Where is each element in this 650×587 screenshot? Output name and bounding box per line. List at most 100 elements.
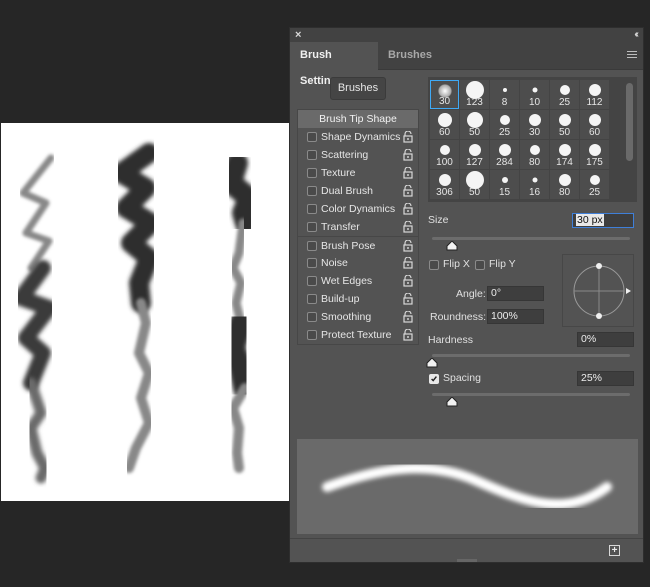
spacing-slider[interactable] xyxy=(432,393,630,396)
lock-open-icon[interactable] xyxy=(403,240,413,252)
roundness-handle-top xyxy=(596,263,602,269)
brush-preset-size: 123 xyxy=(466,97,483,108)
stroke-left-mid xyxy=(25,377,51,484)
brush-preset[interactable]: 175 xyxy=(580,140,609,169)
option-build-up[interactable]: Build-up xyxy=(298,290,418,308)
hardness-slider-thumb[interactable] xyxy=(426,358,438,368)
option-brush-tip-shape[interactable]: Brush Tip Shape xyxy=(298,110,418,128)
brush-preset[interactable]: 123 xyxy=(460,80,489,109)
option-protect-texture[interactable]: Protect Texture xyxy=(298,326,418,344)
brush-preset[interactable]: 30 xyxy=(430,80,459,109)
brush-preset[interactable]: 15 xyxy=(490,170,519,199)
tab-brush-settings[interactable]: Brush Settings xyxy=(290,42,378,87)
brushes-button[interactable]: Brushes xyxy=(330,77,386,100)
brush-preset[interactable]: 25 xyxy=(490,110,519,139)
brush-preset[interactable]: 127 xyxy=(460,140,489,169)
option-checkbox[interactable] xyxy=(307,330,317,340)
size-slider[interactable] xyxy=(432,237,630,240)
option-checkbox[interactable] xyxy=(307,241,317,251)
brush-preset[interactable]: 60 xyxy=(430,110,459,139)
hardness-slider[interactable] xyxy=(432,354,630,357)
brush-preset[interactable]: 50 xyxy=(460,170,489,199)
lock-open-icon[interactable] xyxy=(403,257,413,269)
brush-preset[interactable]: 25 xyxy=(580,170,609,199)
brush-preset[interactable]: 112 xyxy=(580,80,609,109)
lock-open-icon[interactable] xyxy=(403,311,413,323)
close-icon[interactable]: × xyxy=(295,28,301,42)
brush-preset[interactable]: 306 xyxy=(430,170,459,199)
size-slider-thumb[interactable] xyxy=(446,241,458,251)
brush-preset[interactable]: 30 xyxy=(520,110,549,139)
spacing-slider-thumb[interactable] xyxy=(446,397,458,407)
spacing-input[interactable]: 25% xyxy=(577,371,634,386)
brush-preset[interactable]: 80 xyxy=(520,140,549,169)
brush-preset[interactable]: 80 xyxy=(550,170,579,199)
angle-arrow-icon xyxy=(626,288,631,294)
option-checkbox[interactable] xyxy=(307,258,317,268)
option-wet-edges[interactable]: Wet Edges xyxy=(298,272,418,290)
option-shape-dynamics[interactable]: Shape Dynamics xyxy=(298,128,418,146)
option-transfer[interactable]: Transfer xyxy=(298,218,418,236)
option-checkbox[interactable] xyxy=(307,294,317,304)
option-dual-brush[interactable]: Dual Brush xyxy=(298,182,418,200)
roundness-input[interactable]: 100% xyxy=(487,309,544,324)
brush-preset[interactable]: 50 xyxy=(550,110,579,139)
option-noise[interactable]: Noise xyxy=(298,254,418,272)
hardness-input[interactable]: 0% xyxy=(577,332,634,347)
lock-open-icon[interactable] xyxy=(403,275,413,287)
brush-preset[interactable]: 25 xyxy=(550,80,579,109)
option-checkbox[interactable] xyxy=(307,150,317,160)
option-scattering[interactable]: Scattering xyxy=(298,146,418,164)
option-checkbox[interactable] xyxy=(307,132,317,142)
lock-open-icon[interactable] xyxy=(403,293,413,305)
spacing-checkbox[interactable] xyxy=(429,374,439,384)
lock-open-icon[interactable] xyxy=(403,185,413,197)
brush-preset-size: 16 xyxy=(528,187,541,198)
brush-preset[interactable]: 174 xyxy=(550,140,579,169)
flip-x-checkbox[interactable] xyxy=(429,260,439,270)
brush-preset[interactable]: 60 xyxy=(580,110,609,139)
lock-open-icon[interactable] xyxy=(403,131,413,143)
brush-tip-thumbnail xyxy=(439,145,450,155)
brush-preset[interactable]: 16 xyxy=(520,170,549,199)
size-input[interactable]: 30 px xyxy=(572,213,634,228)
brush-preset-size: 112 xyxy=(586,97,603,108)
option-label: Noise xyxy=(321,257,348,269)
stroke-right-dark-top xyxy=(220,152,260,234)
option-smoothing[interactable]: Smoothing xyxy=(298,308,418,326)
brush-preset[interactable]: 50 xyxy=(460,110,489,139)
flip-y-checkbox[interactable] xyxy=(475,260,485,270)
option-color-dynamics[interactable]: Color Dynamics xyxy=(298,200,418,218)
brush-preset-size: 80 xyxy=(528,157,541,168)
option-checkbox[interactable] xyxy=(307,276,317,286)
panel-resize-grip[interactable] xyxy=(457,559,477,562)
brush-preset[interactable]: 284 xyxy=(490,140,519,169)
lock-open-icon[interactable] xyxy=(403,167,413,179)
angle-input[interactable]: 0° xyxy=(487,286,544,301)
brush-tip-thumbnail xyxy=(498,144,511,156)
tab-brushes[interactable]: Brushes xyxy=(378,42,442,70)
lock-open-icon[interactable] xyxy=(403,149,413,161)
angle-roundness-widget[interactable] xyxy=(562,254,634,327)
option-checkbox[interactable] xyxy=(307,312,317,322)
collapse-icon[interactable]: ‹‹ xyxy=(634,28,638,42)
brush-tip-thumbnail xyxy=(559,85,570,95)
lock-open-icon[interactable] xyxy=(403,329,413,341)
brush-tip-thumbnail xyxy=(589,175,600,185)
lock-open-icon[interactable] xyxy=(403,221,413,233)
option-texture[interactable]: Texture xyxy=(298,164,418,182)
option-brush-pose[interactable]: Brush Pose xyxy=(298,236,418,254)
brush-preset[interactable]: 100 xyxy=(430,140,459,169)
document-canvas[interactable] xyxy=(1,123,289,501)
option-checkbox[interactable] xyxy=(307,186,317,196)
brush-preset[interactable]: 8 xyxy=(490,80,519,109)
panel-titlebar[interactable]: × ‹‹ xyxy=(290,28,643,42)
presets-scrollbar[interactable] xyxy=(626,83,633,161)
lock-open-icon[interactable] xyxy=(403,203,413,215)
panel-menu-icon[interactable] xyxy=(627,51,637,59)
option-checkbox[interactable] xyxy=(307,222,317,232)
option-checkbox[interactable] xyxy=(307,204,317,214)
option-checkbox[interactable] xyxy=(307,168,317,178)
create-new-brush-icon[interactable]: + xyxy=(609,545,620,556)
brush-preset[interactable]: 10 xyxy=(520,80,549,109)
